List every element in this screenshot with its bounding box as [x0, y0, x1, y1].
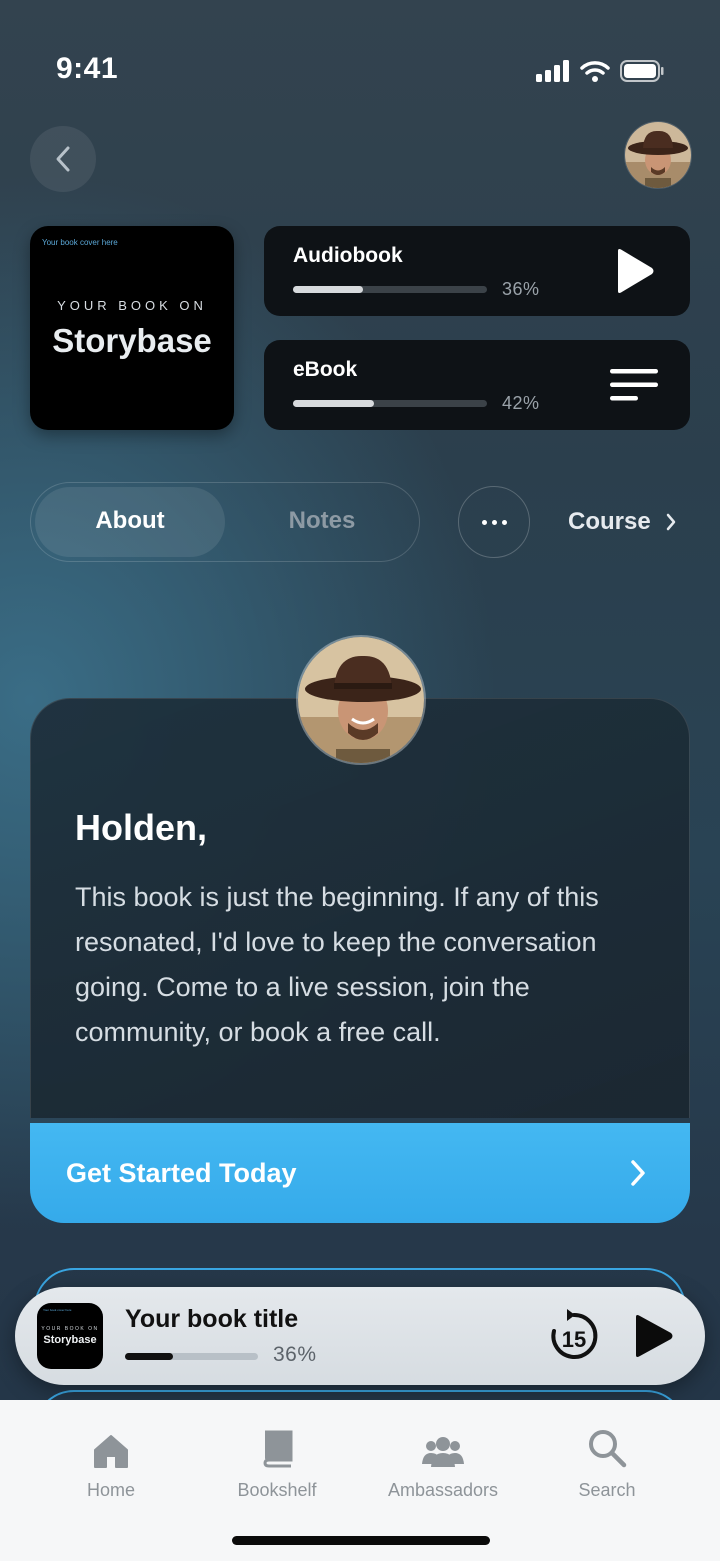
skip-seconds-label: 15 — [562, 1327, 586, 1352]
mini-player-progress-label: 36% — [273, 1343, 317, 1366]
get-started-label: Get Started Today — [66, 1157, 297, 1188]
chevron-right-icon — [631, 1160, 645, 1186]
mini-cover-note: Your book cover here — [43, 1308, 72, 1312]
mini-player-progress-fill — [125, 1353, 173, 1360]
author-avatar — [296, 635, 426, 765]
tab-notes[interactable]: Notes — [225, 507, 419, 535]
profile-avatar[interactable] — [624, 121, 692, 189]
audiobook-progress-bar — [293, 286, 487, 293]
mini-player-cover: Your book cover here YOUR BOOK ON Storyb… — [37, 1303, 103, 1369]
cover-title: Storybase — [52, 322, 212, 359]
more-dot — [491, 519, 497, 525]
people-icon — [422, 1437, 464, 1467]
author-photo-icon — [298, 637, 424, 763]
chevron-right-icon — [666, 513, 675, 531]
cellular-signal-icon — [536, 60, 569, 82]
skip-back-15-icon: 15 — [551, 1309, 598, 1359]
mini-cover-kicker: YOUR BOOK ON — [41, 1326, 99, 1332]
tab-bookshelf-label: Bookshelf — [237, 1480, 317, 1500]
audiobook-progress-fill — [293, 286, 363, 293]
tab-bookshelf[interactable]: Bookshelf — [202, 1424, 352, 1501]
audiobook-label: Audiobook — [293, 244, 403, 267]
get-started-button[interactable]: Get Started Today — [30, 1123, 690, 1223]
mini-cover-title: Storybase — [43, 1334, 97, 1346]
bottom-tab-bar: Home Bookshelf Ambassadors Search — [0, 1400, 720, 1561]
ebook-read-button[interactable] — [604, 358, 664, 412]
book-cover[interactable]: Your book cover here YOUR BOOK ON Storyb… — [30, 226, 234, 430]
mini-player-title: Your book title — [125, 1305, 299, 1333]
course-label: Course — [568, 508, 651, 535]
mini-player-play-button[interactable] — [627, 1311, 677, 1361]
chevron-left-icon — [56, 146, 70, 172]
message-body: This book is just the beginning. If any … — [75, 882, 599, 1047]
home-icon — [94, 1435, 128, 1468]
more-options-button[interactable] — [458, 486, 530, 558]
message-heading: Holden, — [75, 807, 207, 848]
ebook-card[interactable]: eBook 42% — [264, 340, 690, 430]
audiobook-play-button[interactable] — [604, 244, 664, 298]
tab-home[interactable]: Home — [36, 1424, 186, 1501]
mini-player[interactable]: Your book cover here YOUR BOOK ON Storyb… — [15, 1287, 705, 1385]
audiobook-card[interactable]: Audiobook 36% — [264, 226, 690, 316]
ebook-progress-label: 42% — [502, 393, 540, 413]
about-notes-toggle: About Notes — [30, 482, 420, 562]
home-indicator — [232, 1536, 490, 1545]
menu-lines-icon — [610, 369, 658, 401]
battery-icon — [620, 60, 664, 82]
tab-home-label: Home — [86, 1480, 135, 1500]
mini-player-progress-bar — [125, 1353, 258, 1360]
tab-search-label: Search — [578, 1480, 636, 1500]
author-photo-icon — [625, 122, 691, 188]
tab-search[interactable]: Search — [532, 1424, 682, 1501]
book-icon — [263, 1430, 293, 1468]
status-icons — [536, 60, 664, 82]
audiobook-progress-label: 36% — [502, 279, 540, 299]
play-icon — [618, 249, 654, 293]
tab-about[interactable]: About — [31, 507, 229, 535]
ebook-label: eBook — [293, 358, 358, 381]
course-link[interactable]: Course — [568, 508, 677, 536]
more-dot — [501, 519, 507, 525]
tab-ambassadors[interactable]: Ambassadors — [368, 1424, 518, 1501]
play-icon — [636, 1315, 673, 1357]
cover-note: Your book cover here — [42, 238, 118, 247]
skip-back-button[interactable]: 15 — [545, 1307, 603, 1365]
back-button[interactable] — [30, 126, 96, 192]
cover-kicker: YOUR BOOK ON — [57, 298, 207, 313]
wifi-icon — [580, 61, 610, 82]
search-icon — [589, 1430, 627, 1468]
more-dots-icon — [481, 519, 487, 525]
ebook-progress-fill — [293, 400, 375, 407]
tab-ambassadors-label: Ambassadors — [387, 1480, 499, 1500]
ebook-progress-bar — [293, 400, 487, 407]
status-time: 9:41 — [56, 52, 119, 85]
